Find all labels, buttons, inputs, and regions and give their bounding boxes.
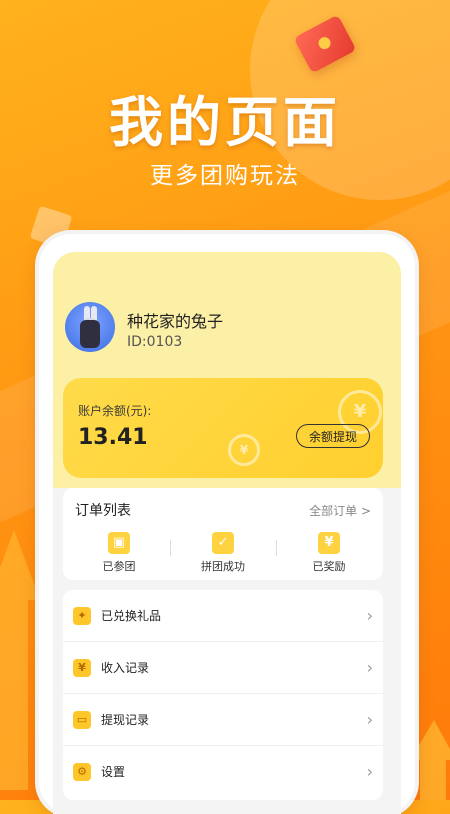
balance-value: 13.41 xyxy=(78,425,148,450)
user-name: 种花家的兔子 xyxy=(127,312,224,331)
chevron-right-icon: › xyxy=(366,762,373,781)
menu-item-label: 已兑换礼品 xyxy=(101,609,162,623)
menu-item-settings[interactable]: ⚙ 设置 › xyxy=(63,746,383,797)
order-list-title: 订单列表 xyxy=(75,503,131,519)
order-item-joined[interactable]: ▣ 已参团 xyxy=(79,532,159,574)
gift-icon: ✦ xyxy=(73,606,91,625)
menu-item-redeemed-gifts[interactable]: ✦ 已兑换礼品 › xyxy=(63,590,383,642)
menu-item-income-records[interactable]: ¥ 收入记录 › xyxy=(63,642,383,694)
arrow-decoration-right xyxy=(410,720,450,800)
menu-item-withdraw-records[interactable]: ▭ 提现记录 › xyxy=(63,694,383,746)
menu-item-label: 设置 xyxy=(101,765,126,779)
hero-title: 我的页面 xyxy=(109,91,341,154)
user-id: ID:0103 xyxy=(127,334,183,350)
order-item-label: 已参团 xyxy=(102,560,136,573)
gear-icon: ⚙ xyxy=(73,762,91,781)
balance-label: 账户余额(元): xyxy=(78,404,152,418)
order-item-rewarded[interactable]: ¥ 已奖励 xyxy=(289,532,369,574)
menu-item-label: 提现记录 xyxy=(101,713,150,727)
phone-mockup: 种花家的兔子 ID:0103 ¥ ¥ 账户余额(元): 13.41 余额提现 订… xyxy=(39,234,415,814)
package-icon: ▣ xyxy=(108,532,130,554)
order-list-card: 订单列表 全部订单 > ▣ 已参团 ✓ 拼团成功 ¥ 已奖励 xyxy=(63,488,383,580)
avatar[interactable] xyxy=(65,302,115,352)
check-box-icon: ✓ xyxy=(212,532,234,554)
chevron-right-icon: › xyxy=(366,710,373,729)
menu-item-label: 收入记录 xyxy=(101,661,150,675)
chevron-right-icon: › xyxy=(366,606,373,625)
yen-coin-icon: ¥ xyxy=(73,658,91,677)
coin-decoration: ¥ xyxy=(228,434,260,466)
order-item-label: 已奖励 xyxy=(312,560,346,573)
yen-box-icon: ¥ xyxy=(318,532,340,554)
divider xyxy=(170,540,171,556)
wallet-icon: ▭ xyxy=(73,710,91,729)
menu-card: ✦ 已兑换礼品 › ¥ 收入记录 › ▭ 提现记录 › ⚙ 设置 › xyxy=(63,590,383,800)
order-item-label: 拼团成功 xyxy=(201,560,245,573)
phone-screen: 种花家的兔子 ID:0103 ¥ ¥ 账户余额(元): 13.41 余额提现 订… xyxy=(53,252,401,814)
order-item-success[interactable]: ✓ 拼团成功 xyxy=(183,532,263,574)
withdraw-button[interactable]: 余额提现 xyxy=(296,424,370,448)
balance-card: ¥ ¥ 账户余额(元): 13.41 余额提现 xyxy=(63,378,383,478)
all-orders-link[interactable]: 全部订单 > xyxy=(309,502,371,519)
hero-subtitle: 更多团购玩法 xyxy=(150,163,300,189)
divider xyxy=(276,540,277,556)
chevron-right-icon: › xyxy=(366,658,373,677)
